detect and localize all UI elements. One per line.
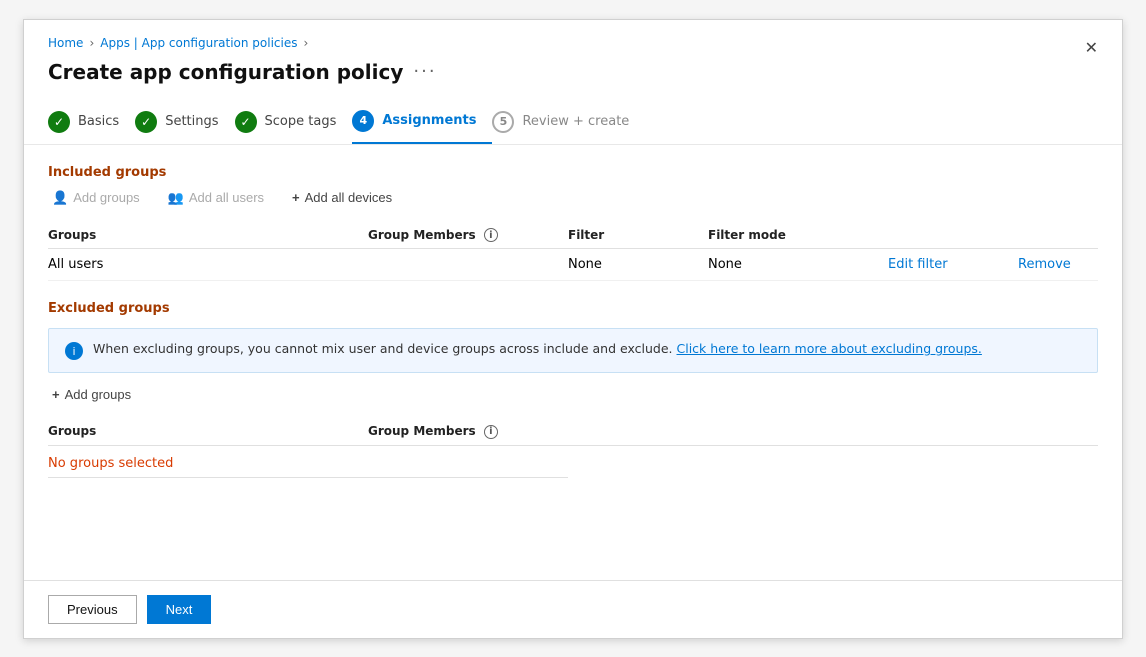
step-review-create[interactable]: 5 Review + create bbox=[492, 101, 645, 143]
info-box-link[interactable]: Click here to learn more about excluding… bbox=[677, 341, 982, 356]
group-members-info-icon[interactable]: i bbox=[484, 228, 498, 242]
included-table: Groups Group Members i Filter Filter mod… bbox=[48, 222, 1098, 282]
excluded-actions-row: + Add groups bbox=[48, 385, 1098, 404]
step-basics[interactable]: ✓ Basics bbox=[48, 101, 135, 143]
row-group-name: All users bbox=[48, 257, 368, 272]
step-assignments-label: Assignments bbox=[382, 113, 476, 128]
step-scope-tags[interactable]: ✓ Scope tags bbox=[235, 101, 353, 143]
add-groups-label: Add groups bbox=[73, 190, 140, 205]
step-basics-label: Basics bbox=[78, 114, 119, 129]
add-groups-button-excluded[interactable]: + Add groups bbox=[48, 385, 135, 404]
wizard-steps: ✓ Basics ✓ Settings ✓ Scope tags 4 Assig… bbox=[48, 100, 1098, 144]
modal-content: Included groups 👤 Add groups 👥 Add all u… bbox=[24, 145, 1122, 580]
breadcrumb-home[interactable]: Home bbox=[48, 36, 83, 50]
add-all-devices-button[interactable]: + Add all devices bbox=[288, 188, 396, 207]
excluded-groups-section-title: Excluded groups bbox=[48, 301, 1098, 316]
plus-icon: + bbox=[292, 190, 300, 205]
page-title: Create app configuration policy bbox=[48, 60, 403, 84]
excluded-table: Groups Group Members i No groups selecte… bbox=[48, 418, 1098, 478]
step-assignments-num: 4 bbox=[352, 110, 374, 132]
excluded-info-box: i When excluding groups, you cannot mix … bbox=[48, 328, 1098, 373]
step-review-create-num: 5 bbox=[492, 111, 514, 133]
person-group-icon: 👥 bbox=[168, 190, 184, 206]
col-edit bbox=[888, 228, 1018, 243]
close-button[interactable]: ✕ bbox=[1077, 34, 1106, 62]
edit-filter-link[interactable]: Edit filter bbox=[888, 257, 1018, 272]
breadcrumb: Home › Apps | App configuration policies… bbox=[48, 36, 1098, 50]
remove-link[interactable]: Remove bbox=[1018, 257, 1118, 272]
table-row: All users None None Edit filter Remove bbox=[48, 249, 1098, 281]
modal-header: Home › Apps | App configuration policies… bbox=[24, 20, 1122, 145]
breadcrumb-sep2: › bbox=[303, 36, 308, 50]
excl-col-groups: Groups bbox=[48, 424, 368, 439]
no-groups-message: No groups selected bbox=[48, 446, 1098, 475]
row-filter: None bbox=[568, 257, 708, 272]
step-scope-tags-label: Scope tags bbox=[265, 114, 337, 129]
plus-icon-excluded: + bbox=[52, 387, 60, 402]
add-groups-button-included[interactable]: 👤 Add groups bbox=[48, 188, 144, 208]
row-filter-mode: None bbox=[708, 257, 888, 272]
previous-button[interactable]: Previous bbox=[48, 595, 137, 624]
step-settings-label: Settings bbox=[165, 114, 218, 129]
breadcrumb-apps[interactable]: Apps | App configuration policies bbox=[100, 36, 297, 50]
col-filter-mode: Filter mode bbox=[708, 228, 888, 243]
excl-col-group-members: Group Members i bbox=[368, 424, 568, 439]
step-scope-tags-check-icon: ✓ bbox=[235, 111, 257, 133]
more-options-icon[interactable]: ··· bbox=[413, 61, 436, 82]
col-filter: Filter bbox=[568, 228, 708, 243]
info-box-text: When excluding groups, you cannot mix us… bbox=[93, 341, 982, 356]
add-all-devices-label: Add all devices bbox=[305, 190, 392, 205]
add-groups-excluded-label: Add groups bbox=[65, 387, 132, 402]
col-groups: Groups bbox=[48, 228, 368, 243]
add-all-users-label: Add all users bbox=[189, 190, 264, 205]
person-icon: 👤 bbox=[52, 190, 68, 206]
title-row: Create app configuration policy ··· bbox=[48, 60, 1098, 84]
step-settings-check-icon: ✓ bbox=[135, 111, 157, 133]
step-basics-check-icon: ✓ bbox=[48, 111, 70, 133]
info-box-icon: i bbox=[65, 342, 83, 360]
modal-footer: Previous Next bbox=[24, 580, 1122, 638]
excluded-table-header: Groups Group Members i bbox=[48, 418, 1098, 446]
next-button[interactable]: Next bbox=[147, 595, 212, 624]
col-remove bbox=[1018, 228, 1118, 243]
excluded-table-divider bbox=[48, 477, 568, 478]
step-settings[interactable]: ✓ Settings bbox=[135, 101, 234, 143]
create-policy-modal: Home › Apps | App configuration policies… bbox=[23, 19, 1123, 639]
included-actions-row: 👤 Add groups 👥 Add all users + Add all d… bbox=[48, 188, 1098, 208]
breadcrumb-sep1: › bbox=[89, 36, 94, 50]
included-table-header: Groups Group Members i Filter Filter mod… bbox=[48, 222, 1098, 250]
col-group-members: Group Members i bbox=[368, 228, 568, 243]
step-review-create-label: Review + create bbox=[522, 114, 629, 129]
included-groups-section-title: Included groups bbox=[48, 165, 1098, 180]
step-assignments[interactable]: 4 Assignments bbox=[352, 100, 492, 144]
excl-group-members-info-icon[interactable]: i bbox=[484, 425, 498, 439]
add-all-users-button[interactable]: 👥 Add all users bbox=[164, 188, 268, 208]
